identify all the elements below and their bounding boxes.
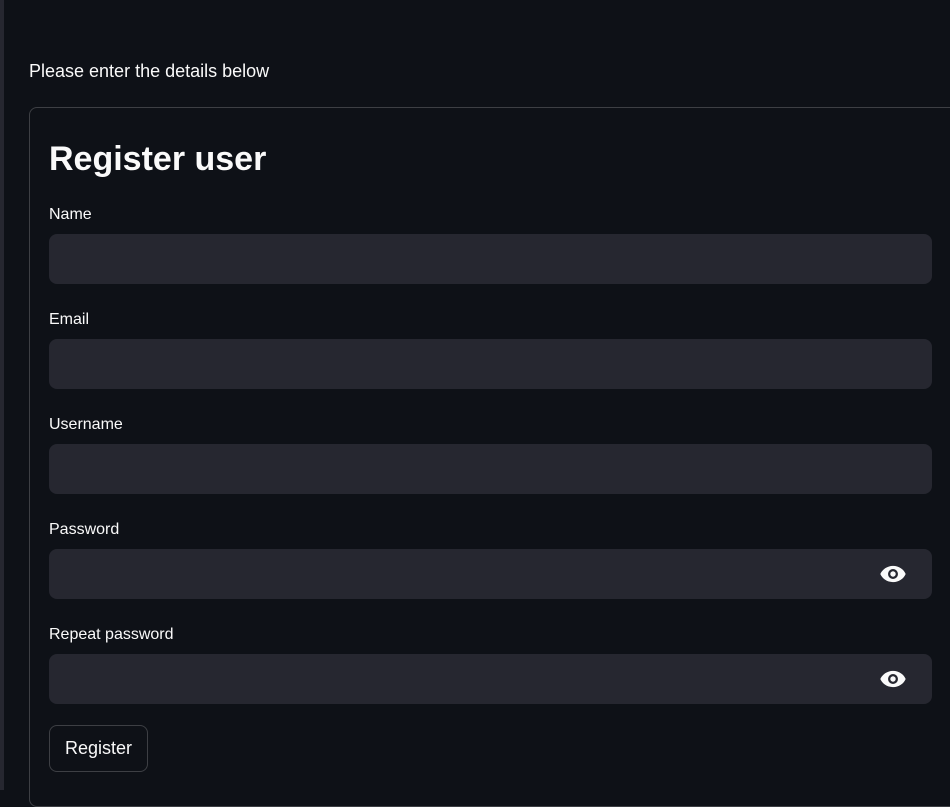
username-label: Username [49, 416, 123, 433]
email-label: Email [49, 311, 90, 328]
email-input[interactable] [49, 339, 932, 389]
name-input[interactable] [49, 234, 932, 284]
name-label: Name [49, 206, 92, 223]
repeat-password-label: Repeat password [49, 626, 174, 643]
form-title: Register user [49, 140, 267, 178]
name-field-container [49, 234, 932, 284]
repeat-password-field-container [49, 654, 932, 704]
repeat-password-input[interactable] [49, 654, 932, 704]
register-button[interactable]: Register [49, 725, 148, 772]
repeat-password-visibility-toggle[interactable] [880, 668, 906, 690]
username-field-container [49, 444, 932, 494]
username-input[interactable] [49, 444, 932, 494]
email-field-container [49, 339, 932, 389]
register-form: Register user Name Email Username Passwo… [29, 107, 950, 807]
sidebar-edge [0, 0, 4, 790]
eye-icon [880, 565, 906, 583]
password-label: Password [49, 521, 120, 538]
password-input[interactable] [49, 549, 932, 599]
eye-icon [880, 670, 906, 688]
intro-text: Please enter the details below [29, 61, 270, 81]
password-visibility-toggle[interactable] [880, 563, 906, 585]
password-field-container [49, 549, 932, 599]
